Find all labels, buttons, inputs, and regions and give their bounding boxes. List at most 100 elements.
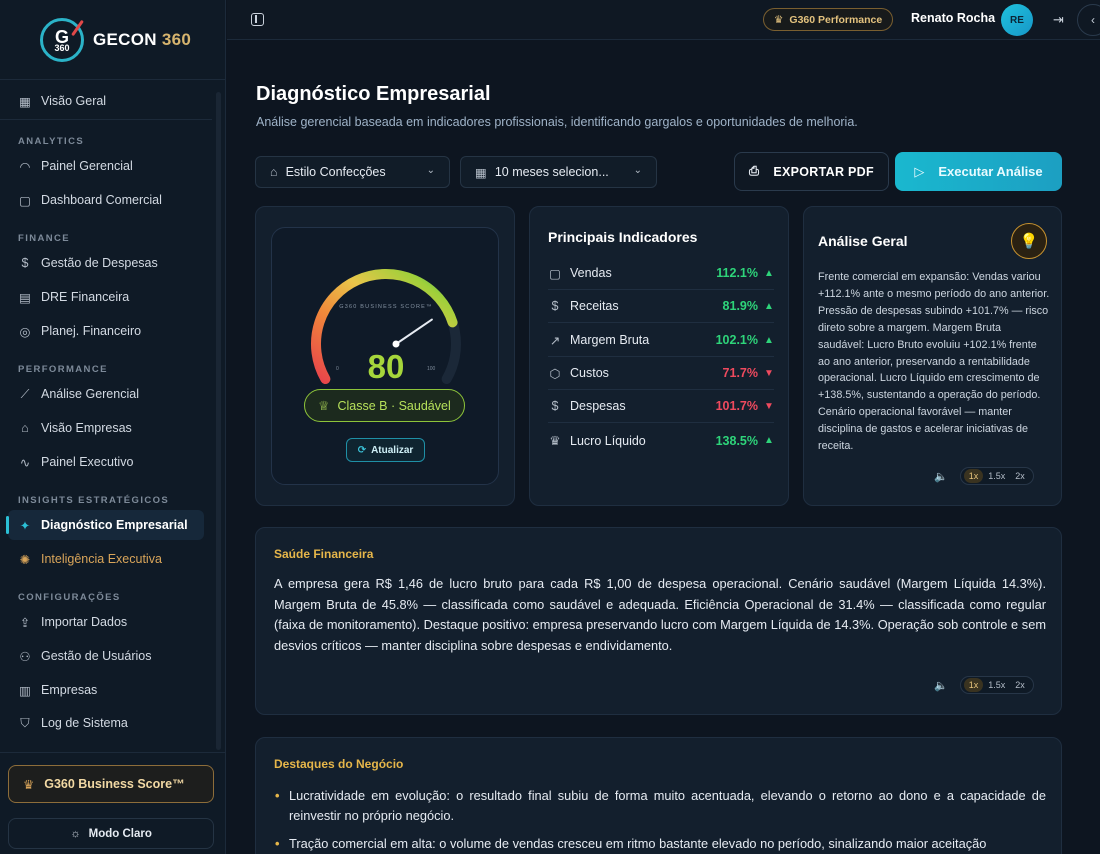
- lightbulb-icon: 💡: [1011, 223, 1047, 259]
- business-highlights-card: Destaques do Negócio Lucratividade em ev…: [255, 737, 1062, 854]
- class-badge: ♕ Classe B · Saudável: [304, 389, 465, 422]
- arrow-down-icon: ▼: [764, 400, 774, 412]
- speed-selector: 1x 1.5x 2x: [959, 467, 1034, 485]
- sidebar-item-gestao-usuarios[interactable]: ⚇ Gestão de Usuários: [8, 641, 204, 671]
- refresh-icon: ⟳: [357, 444, 367, 456]
- audio-controls: 🔈 1x 1.5x 2x: [934, 676, 1034, 694]
- company-select[interactable]: ⌂ Estilo Confecções ⌄: [255, 156, 450, 188]
- brand-logo[interactable]: G 360 GECON 360: [0, 0, 225, 80]
- sidebar-item-gestao-despesas[interactable]: $ Gestão de Despesas: [8, 248, 204, 278]
- indicator-row-despesas: $ Despesas 101.7% ▼: [548, 390, 774, 423]
- avatar[interactable]: RE: [1001, 4, 1033, 36]
- arrow-up-icon: ▲: [764, 334, 774, 346]
- sidebar-item-inteligencia-executiva[interactable]: ✺ Inteligência Executiva: [8, 544, 204, 574]
- refresh-button[interactable]: ⟳ Atualizar: [346, 438, 425, 462]
- list-item: Lucratividade em evolução: o resultado f…: [274, 786, 1046, 826]
- speed-1x[interactable]: 1x: [963, 678, 984, 692]
- arrow-up-icon: ▲: [764, 435, 774, 446]
- sidebar-item-log-sistema[interactable]: ⛉ Log de Sistema: [8, 708, 204, 738]
- building-icon: ▥: [19, 683, 31, 698]
- bag-icon: ▢: [549, 266, 561, 281]
- speaker-icon[interactable]: 🔈: [934, 470, 948, 483]
- dollar-square-icon: $: [551, 399, 559, 413]
- sidebar-item-importar-dados[interactable]: ⇪ Importar Dados: [8, 607, 204, 637]
- performance-badge[interactable]: ♛ G360 Performance: [763, 8, 894, 31]
- sidebar-item-dashboard-comercial[interactable]: ▢ Dashboard Comercial: [8, 185, 204, 215]
- indicator-row-margem-bruta: ↗ Margem Bruta 102.1% ▲: [548, 324, 774, 357]
- sidebar-item-dre-financeira[interactable]: ▤ DRE Financeira: [8, 282, 204, 312]
- arrow-down-icon: ▼: [764, 367, 774, 379]
- trend-up-icon: ↗: [549, 333, 561, 348]
- sidebar: G 360 GECON 360 ▦ Visão Geral ANALYTICS ◠…: [0, 0, 226, 854]
- score-value: 80: [367, 348, 405, 385]
- list-item: Tração comercial em alta: o volume de ve…: [274, 834, 1046, 854]
- indicator-row-custos: ⬡ Custos 71.7% ▼: [548, 357, 774, 390]
- export-pdf-button[interactable]: ⎙ EXPORTAR PDF: [734, 152, 889, 191]
- section-configuracoes: CONFIGURAÇÕES: [18, 592, 121, 603]
- sidebar-footer: ♛ G360 Business Score™ ☼ Modo Claro: [0, 752, 226, 854]
- gauge-hub: [392, 340, 400, 348]
- sidebar-item-visao-geral[interactable]: ▦ Visão Geral: [8, 86, 204, 116]
- light-mode-button[interactable]: ☼ Modo Claro: [8, 818, 214, 849]
- speaker-icon[interactable]: 🔈: [934, 679, 948, 692]
- sparkle-icon: ✦: [19, 518, 31, 533]
- grid-icon: ▦: [19, 94, 31, 109]
- logo-mark-icon: G 360: [40, 17, 84, 62]
- business-score-button[interactable]: ♛ G360 Business Score™: [8, 765, 214, 803]
- trophy-icon: ♛: [23, 777, 35, 792]
- chevron-left-icon[interactable]: ‹: [1077, 4, 1100, 36]
- trophy-icon: ♛: [549, 434, 561, 448]
- user-name: Renato Rocha: [911, 11, 996, 25]
- section-insights: INSIGHTS ESTRATÉGICOS: [18, 495, 170, 506]
- speed-2x[interactable]: 2x: [1010, 469, 1030, 483]
- business-highlights-title: Destaques do Negócio: [274, 757, 404, 771]
- award-icon: ♕: [318, 399, 330, 413]
- sidebar-item-diagnostico-empresarial[interactable]: ✦ Diagnóstico Empresarial: [6, 510, 204, 540]
- sidebar-item-empresas[interactable]: ▥ Empresas: [8, 675, 204, 705]
- section-finance: FINANCE: [18, 233, 71, 244]
- dollar-square-icon: $: [21, 256, 29, 270]
- sidebar-item-painel-executivo[interactable]: ∿ Painel Executivo: [8, 447, 204, 477]
- divider: [0, 119, 212, 120]
- sidebar-item-analise-gerencial[interactable]: ⟋ Análise Gerencial: [8, 379, 204, 409]
- logout-icon[interactable]: ⇥: [1053, 12, 1064, 28]
- activity-icon: ∿: [19, 455, 31, 470]
- indicators-title: Principais Indicadores: [548, 229, 698, 245]
- users-icon: ⚇: [19, 649, 31, 664]
- run-analysis-button[interactable]: ▷ Executar Análise: [895, 152, 1062, 191]
- crown-icon: ♛: [774, 13, 784, 26]
- store-icon: ⌂: [270, 165, 278, 179]
- sidebar-item-visao-empresas[interactable]: ⌂ Visão Empresas: [8, 413, 204, 443]
- speed-selector: 1x 1.5x 2x: [959, 676, 1034, 694]
- sidebar-item-painel-gerencial[interactable]: ◠ Painel Gerencial: [8, 151, 204, 181]
- audio-controls: 🔈 1x 1.5x 2x: [934, 467, 1034, 485]
- speed-1-5x[interactable]: 1.5x: [983, 469, 1010, 483]
- gauge-caption: G360 BUSINESS SCORE™: [339, 304, 433, 310]
- speed-2x[interactable]: 2x: [1010, 678, 1030, 692]
- period-select[interactable]: ▦ 10 meses selecion... ⌄: [460, 156, 657, 188]
- arrow-up-icon: ▲: [764, 267, 774, 279]
- chart-line-icon: ⟋: [20, 386, 30, 401]
- main-content: Diagnóstico Empresarial Análise gerencia…: [227, 41, 1100, 854]
- brain-icon: ✺: [19, 552, 31, 567]
- sidebar-scrollbar[interactable]: [216, 92, 221, 750]
- sidebar-item-planej-financeiro[interactable]: ◎ Planej. Financeiro: [8, 316, 204, 346]
- upload-icon: ⇪: [19, 615, 31, 630]
- box-icon: ⬡: [549, 366, 561, 381]
- sidebar-toggle-icon[interactable]: [251, 13, 264, 26]
- chevron-down-icon: ⌄: [426, 165, 435, 176]
- analysis-card: Análise Geral 💡 Frente comercial em expa…: [803, 206, 1062, 506]
- store-icon: ⌂: [21, 421, 29, 435]
- financial-health-text: A empresa gera R$ 1,46 de lucro bruto pa…: [274, 576, 1046, 653]
- play-icon: ▷: [914, 163, 925, 179]
- indicator-row-receitas: $ Receitas 81.9% ▲: [548, 290, 774, 323]
- gauge-icon: ◠: [19, 159, 31, 174]
- bag-icon: ▢: [19, 193, 31, 208]
- chevron-down-icon: ⌄: [633, 165, 642, 176]
- indicators-card: Principais Indicadores ▢ Vendas 112.1% ▲ $ R…: [529, 206, 789, 506]
- sun-icon: ☼: [70, 827, 81, 840]
- speed-1x[interactable]: 1x: [963, 469, 984, 483]
- speed-1-5x[interactable]: 1.5x: [983, 678, 1010, 692]
- page-title: Diagnóstico Empresarial: [256, 83, 491, 105]
- shield-icon: ⛉: [20, 715, 30, 730]
